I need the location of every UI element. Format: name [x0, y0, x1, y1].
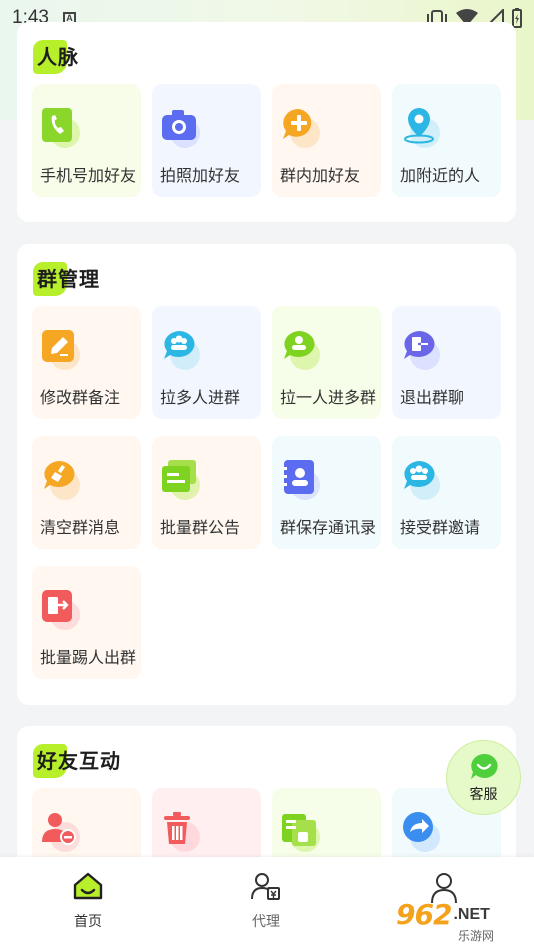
customer-service-button[interactable]: 客服 — [446, 740, 521, 815]
home-icon — [73, 872, 103, 900]
tile-photo-add-friend[interactable]: 拍照加好友 — [152, 84, 261, 197]
remove-user-icon — [40, 810, 80, 852]
contact-book-icon — [280, 458, 320, 500]
camera-icon — [160, 106, 200, 148]
tile-group-add-friend[interactable]: 群内加好友 — [272, 84, 381, 197]
tile-clear-group-messages[interactable]: 清空群消息 — [32, 436, 141, 549]
nav-home[interactable]: 首页 — [43, 871, 133, 931]
tile-batch-announcement[interactable]: 批量群公告 — [152, 436, 261, 549]
tile-edit-group-note[interactable]: 修改群备注 — [32, 306, 141, 419]
location-pin-icon — [400, 106, 440, 148]
tile-pull-many-into-group[interactable]: 拉多人进群 — [152, 306, 261, 419]
customer-service-icon — [470, 753, 498, 779]
trash-icon — [160, 810, 200, 852]
tile-accept-group-invite[interactable]: 接受群邀请 — [392, 436, 501, 549]
edit-note-icon — [40, 328, 80, 370]
multi-user-chat-icon — [160, 328, 200, 370]
tile-batch-kick-members[interactable]: 批量踢人出群 — [32, 566, 141, 679]
section-title: 群管理 — [33, 262, 100, 296]
single-user-chat-icon — [280, 328, 320, 370]
phone-book-icon — [40, 106, 80, 148]
section-title: 人脉 — [33, 40, 79, 74]
tile-pull-one-into-groups[interactable]: 拉一人进多群 — [272, 306, 381, 419]
battery-icon — [512, 8, 522, 28]
agent-icon — [251, 873, 280, 900]
kick-out-icon — [40, 588, 80, 630]
nav-agent[interactable]: 代理 — [221, 871, 311, 931]
broom-chat-icon — [40, 458, 80, 500]
tile-phone-add-friend[interactable]: 手机号加好友 — [32, 84, 141, 197]
watermark-logo: 962 .NET 乐游网 — [396, 898, 530, 946]
forward-icon — [400, 810, 440, 852]
exit-chat-icon — [400, 328, 440, 370]
section-group-management: 群管理 修改群备注 拉多人进群 拉一人进多群 退出群聊 清空群消息 批量群公告 … — [17, 244, 516, 705]
tile-save-group-contacts[interactable]: 群保存通讯录 — [272, 436, 381, 549]
watermark-number: 962 — [396, 898, 452, 931]
chat-add-icon — [280, 106, 320, 148]
tile-exit-group[interactable]: 退出群聊 — [392, 306, 501, 419]
tile-nearby-people[interactable]: 加附近的人 — [392, 84, 501, 197]
announcement-icon — [160, 458, 200, 500]
group-invite-icon — [400, 458, 440, 500]
cards-icon — [280, 810, 320, 852]
watermark-suffix: .NET — [453, 905, 490, 923]
watermark-subtitle: 乐游网 — [458, 929, 495, 943]
section-title: 好友互动 — [33, 744, 121, 778]
section-contacts: 人脉 手机号加好友 拍照加好友 群内加好友 加附近的人 — [17, 22, 516, 222]
